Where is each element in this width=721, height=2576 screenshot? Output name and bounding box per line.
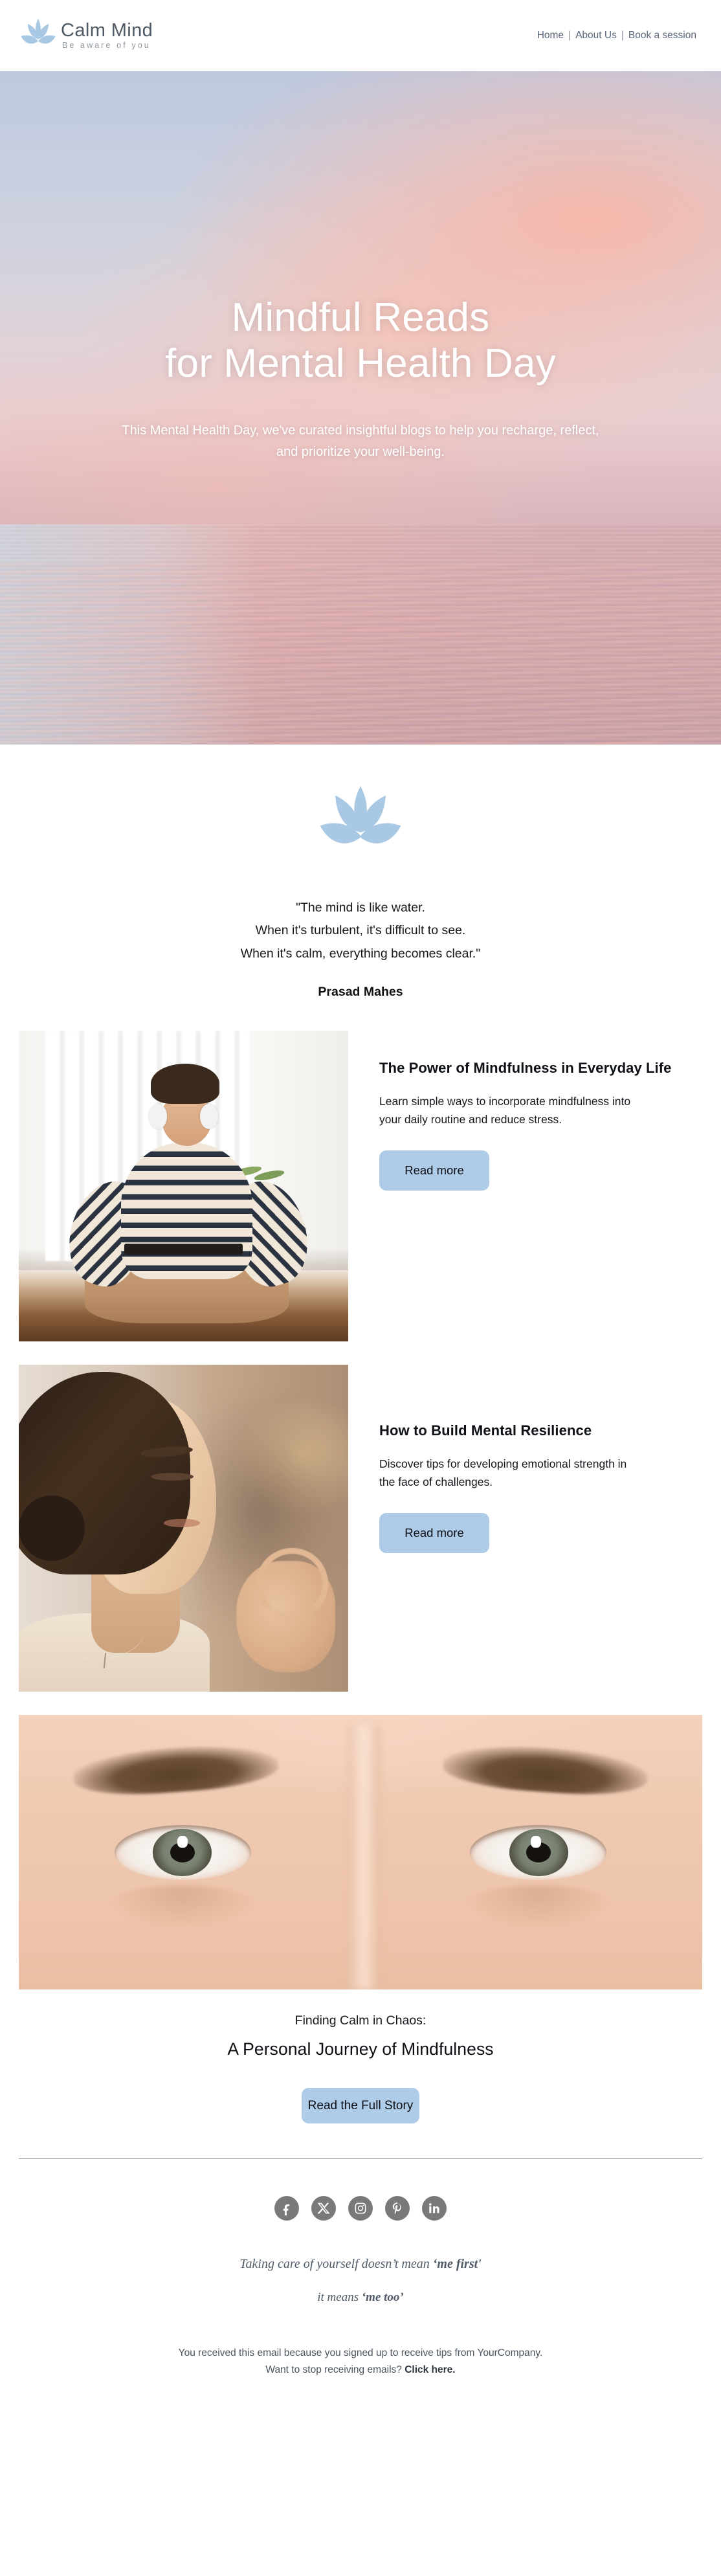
feature-story-image <box>19 1715 702 1990</box>
tagline-plain-2: it means <box>317 2290 362 2305</box>
legal-line-1: You received this email because you sign… <box>178 2347 543 2359</box>
blog-card-title: The Power of Mindfulness in Everyday Lif… <box>379 1060 672 1077</box>
read-full-story-button[interactable]: Read the Full Story <box>302 2088 419 2124</box>
blog-card-image <box>19 1031 348 1342</box>
site-header: Calm Mind Be aware of you Home | About U… <box>0 0 721 71</box>
blog-card-title: How to Build Mental Resilience <box>379 1422 592 1439</box>
quote-line-3: When it's calm, everything becomes clear… <box>240 946 481 961</box>
lotus-icon <box>39 785 682 858</box>
footer-legal: You received this email because you sign… <box>0 2345 721 2397</box>
feature-story-kicker: Finding Calm in Chaos: <box>294 2013 427 2028</box>
legal-line-2: Want to stop receiving emails? <box>265 2364 405 2376</box>
footer-tagline-line-2: it means ‘me too’ <box>0 2290 721 2305</box>
brand-tagline: Be aware of you <box>62 41 151 50</box>
hero-title: Mindful Reads for Mental Health Day <box>165 295 556 386</box>
quote-author: Prasad Mahes <box>318 985 403 1000</box>
read-more-button[interactable]: Read more <box>379 1513 489 1554</box>
nav-link-book-a-session[interactable]: Book a session <box>628 30 696 41</box>
quote-text: "The mind is like water. When it's turbu… <box>39 897 682 965</box>
feature-story-title: A Personal Journey of Mindfulness <box>227 2039 494 2059</box>
tagline-bold-1: ‘me first' <box>432 2257 482 2272</box>
tagline-plain-1: Taking care of yourself doesn’t mean <box>239 2257 433 2272</box>
feature-story: Finding Calm in Chaos: A Personal Journe… <box>0 1715 721 2124</box>
hero-subtitle: This Mental Health Day, we've curated in… <box>122 423 599 459</box>
unsubscribe-link[interactable]: Click here. <box>405 2364 455 2375</box>
quote-line-2: When it's turbulent, it's difficult to s… <box>255 923 466 938</box>
pinterest-icon[interactable] <box>385 2196 410 2221</box>
lotus-icon <box>19 17 57 54</box>
main-navigation: Home | About Us | Book a session <box>537 30 696 41</box>
hero-banner: Mindful Reads for Mental Health Day This… <box>0 71 721 745</box>
quote-section: "The mind is like water. When it's turbu… <box>0 745 721 1031</box>
blog-card-image <box>19 1365 348 1692</box>
blog-card: How to Build Mental Resilience Discover … <box>19 1365 702 1692</box>
read-more-button[interactable]: Read more <box>379 1150 489 1191</box>
linkedin-icon[interactable] <box>422 2196 447 2221</box>
blog-card-description: Discover tips for developing emotional s… <box>379 1457 627 1489</box>
social-links <box>0 2159 721 2221</box>
nav-separator: | <box>568 30 571 41</box>
blog-card-list: The Power of Mindfulness in Everyday Lif… <box>0 1031 721 1692</box>
facebook-icon[interactable] <box>274 2196 299 2221</box>
nav-link-home[interactable]: Home <box>537 30 564 41</box>
blog-card-description: Learn simple ways to incorporate mindful… <box>379 1094 631 1126</box>
blog-card: The Power of Mindfulness in Everyday Lif… <box>19 1031 702 1342</box>
hero-title-line-2: for Mental Health Day <box>165 341 556 386</box>
tagline-bold-2: ‘me too’ <box>361 2290 404 2305</box>
brand-name: Calm Mind <box>61 20 153 41</box>
instagram-icon[interactable] <box>348 2196 373 2221</box>
footer-tagline-line-1: Taking care of yourself doesn’t mean ‘me… <box>0 2257 721 2272</box>
nav-separator: | <box>621 30 624 41</box>
hero-title-line-1: Mindful Reads <box>231 295 490 340</box>
footer-tagline: Taking care of yourself doesn’t mean ‘me… <box>0 2257 721 2305</box>
quote-line-1: "The mind is like water. <box>296 901 425 915</box>
x-icon[interactable] <box>311 2196 336 2221</box>
brand-logo[interactable]: Calm Mind Be aware of you <box>19 17 153 54</box>
nav-link-about-us[interactable]: About Us <box>575 30 617 41</box>
